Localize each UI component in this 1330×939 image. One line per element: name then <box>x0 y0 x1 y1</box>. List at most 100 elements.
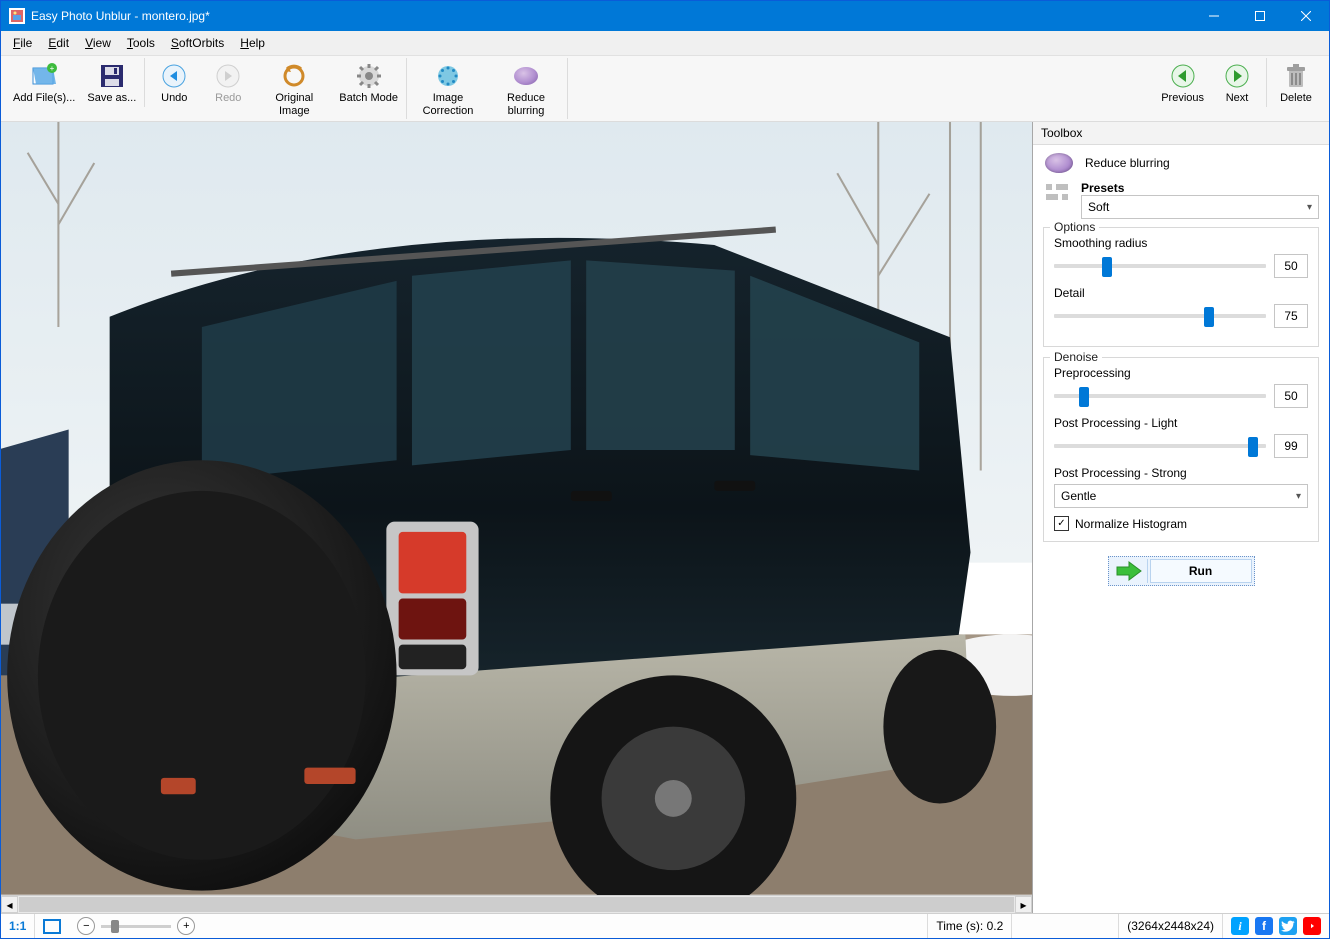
pp-strong-value: Gentle <box>1061 489 1096 503</box>
window-title: Easy Photo Unblur - montero.jpg* <box>31 9 1191 23</box>
redo-label: Redo <box>215 92 241 105</box>
redo-icon <box>214 62 242 90</box>
presets-label: Presets <box>1081 181 1319 195</box>
image-canvas[interactable] <box>1 122 1032 895</box>
zoom-out-button[interactable]: − <box>77 917 95 935</box>
batch-mode-label: Batch Mode <box>339 92 398 105</box>
work-area: ◂ ▸ Toolbox Reduce blurring Presets <box>1 122 1329 913</box>
image-correction-label: Image Correction <box>415 92 481 117</box>
scroll-right-arrow[interactable]: ▸ <box>1015 896 1032 913</box>
redo-button[interactable]: Redo <box>201 58 255 119</box>
smoothing-radius-value[interactable]: 50 <box>1274 254 1308 278</box>
pp-strong-dropdown[interactable]: Gentle ▾ <box>1054 484 1308 508</box>
zoom-control: − + <box>69 917 203 935</box>
add-files-label: Add File(s)... <box>13 92 75 105</box>
zoom-ratio[interactable]: 1:1 <box>1 914 34 938</box>
maximize-button[interactable] <box>1237 1 1283 31</box>
pp-light-slider[interactable] <box>1054 444 1266 448</box>
run-button[interactable]: Run <box>1108 556 1255 586</box>
scroll-thumb[interactable] <box>19 897 1014 912</box>
status-time: Time (s): 0.2 <box>927 914 1011 938</box>
menu-file[interactable]: File <box>5 34 40 52</box>
social-links: i f <box>1222 914 1329 938</box>
next-button[interactable]: Next <box>1210 58 1264 107</box>
fit-icon <box>43 919 61 934</box>
detail-value[interactable]: 75 <box>1274 304 1308 328</box>
normalize-histogram-checkbox[interactable]: ✓ Normalize Histogram <box>1054 516 1308 531</box>
image-correction-icon <box>434 62 462 90</box>
zoom-slider-thumb[interactable] <box>111 920 119 933</box>
app-window: Easy Photo Unblur - montero.jpg* File Ed… <box>0 0 1330 939</box>
chevron-down-icon: ▾ <box>1307 202 1312 213</box>
batch-mode-button[interactable]: Batch Mode <box>333 58 404 119</box>
chevron-down-icon: ▾ <box>1296 491 1301 502</box>
youtube-icon[interactable] <box>1303 917 1321 935</box>
save-icon <box>98 62 126 90</box>
previous-label: Previous <box>1161 92 1204 105</box>
preprocessing-value[interactable]: 50 <box>1274 384 1308 408</box>
presets-dropdown[interactable]: Soft ▾ <box>1081 195 1319 219</box>
reduce-blurring-icon <box>512 62 540 90</box>
menu-view[interactable]: View <box>77 34 119 52</box>
save-as-button[interactable]: Save as... <box>81 58 142 107</box>
status-dimensions: (3264x2448x24) <box>1118 914 1222 938</box>
detail-thumb[interactable] <box>1204 307 1214 327</box>
pp-light-label: Post Processing - Light <box>1054 416 1308 430</box>
image-correction-button[interactable]: Image Correction <box>409 58 487 119</box>
presets-value: Soft <box>1088 200 1109 214</box>
scroll-left-arrow[interactable]: ◂ <box>1 896 18 913</box>
twitter-icon[interactable] <box>1279 917 1297 935</box>
previous-icon <box>1169 62 1197 90</box>
reduce-blurring-section-title: Reduce blurring <box>1085 156 1170 170</box>
add-files-button[interactable]: + Add File(s)... <box>7 58 81 107</box>
reduce-blurring-button[interactable]: Reduce blurring <box>487 58 565 119</box>
add-files-icon: + <box>30 62 58 90</box>
fit-to-window-button[interactable] <box>34 914 69 938</box>
menu-softorbits[interactable]: SoftOrbits <box>163 34 232 52</box>
image-content <box>1 122 1032 895</box>
svg-text:+: + <box>50 64 55 73</box>
undo-icon <box>160 62 188 90</box>
delete-label: Delete <box>1280 92 1312 105</box>
menu-tools[interactable]: Tools <box>119 34 163 52</box>
zoom-slider[interactable] <box>101 925 171 928</box>
delete-icon <box>1282 62 1310 90</box>
app-icon <box>9 8 25 24</box>
scroll-track[interactable] <box>18 896 1015 913</box>
horizontal-scrollbar[interactable]: ◂ ▸ <box>1 895 1032 913</box>
original-image-button[interactable]: Original Image <box>255 58 333 119</box>
status-empty <box>1011 914 1118 938</box>
menu-bar: File Edit View Tools SoftOrbits Help <box>1 31 1329 56</box>
options-group: Options Smoothing radius 50 Detail <box>1043 227 1319 347</box>
facebook-icon[interactable]: f <box>1255 917 1273 935</box>
detail-slider[interactable] <box>1054 314 1266 318</box>
pp-light-thumb[interactable] <box>1248 437 1258 457</box>
run-label: Run <box>1150 559 1252 583</box>
menu-edit[interactable]: Edit <box>40 34 77 52</box>
smoothing-radius-slider[interactable] <box>1054 264 1266 268</box>
menu-help[interactable]: Help <box>232 34 273 52</box>
delete-button[interactable]: Delete <box>1269 58 1323 107</box>
smoothing-radius-thumb[interactable] <box>1102 257 1112 277</box>
zoom-in-button[interactable]: + <box>177 917 195 935</box>
undo-button[interactable]: Undo <box>147 58 201 119</box>
save-as-label: Save as... <box>87 92 136 105</box>
toolbar: + Add File(s)... Save as... Undo <box>1 56 1329 122</box>
minimize-button[interactable] <box>1191 1 1237 31</box>
previous-button[interactable]: Previous <box>1155 58 1210 107</box>
toolbox-panel: Toolbox Reduce blurring Presets Soft ▾ <box>1033 122 1329 913</box>
info-icon[interactable]: i <box>1231 917 1249 935</box>
undo-label: Undo <box>161 92 187 105</box>
close-button[interactable] <box>1283 1 1329 31</box>
detail-label: Detail <box>1054 286 1308 300</box>
original-image-icon <box>280 62 308 90</box>
next-icon <box>1223 62 1251 90</box>
status-bar: 1:1 − + Time (s): 0.2 (3264x2448x24) i f <box>1 913 1329 938</box>
reduce-blurring-section-icon <box>1045 153 1073 173</box>
next-label: Next <box>1226 92 1249 105</box>
preprocessing-thumb[interactable] <box>1079 387 1089 407</box>
pp-light-value[interactable]: 99 <box>1274 434 1308 458</box>
preprocessing-slider[interactable] <box>1054 394 1266 398</box>
presets-icon <box>1043 181 1071 205</box>
denoise-legend: Denoise <box>1050 350 1102 364</box>
